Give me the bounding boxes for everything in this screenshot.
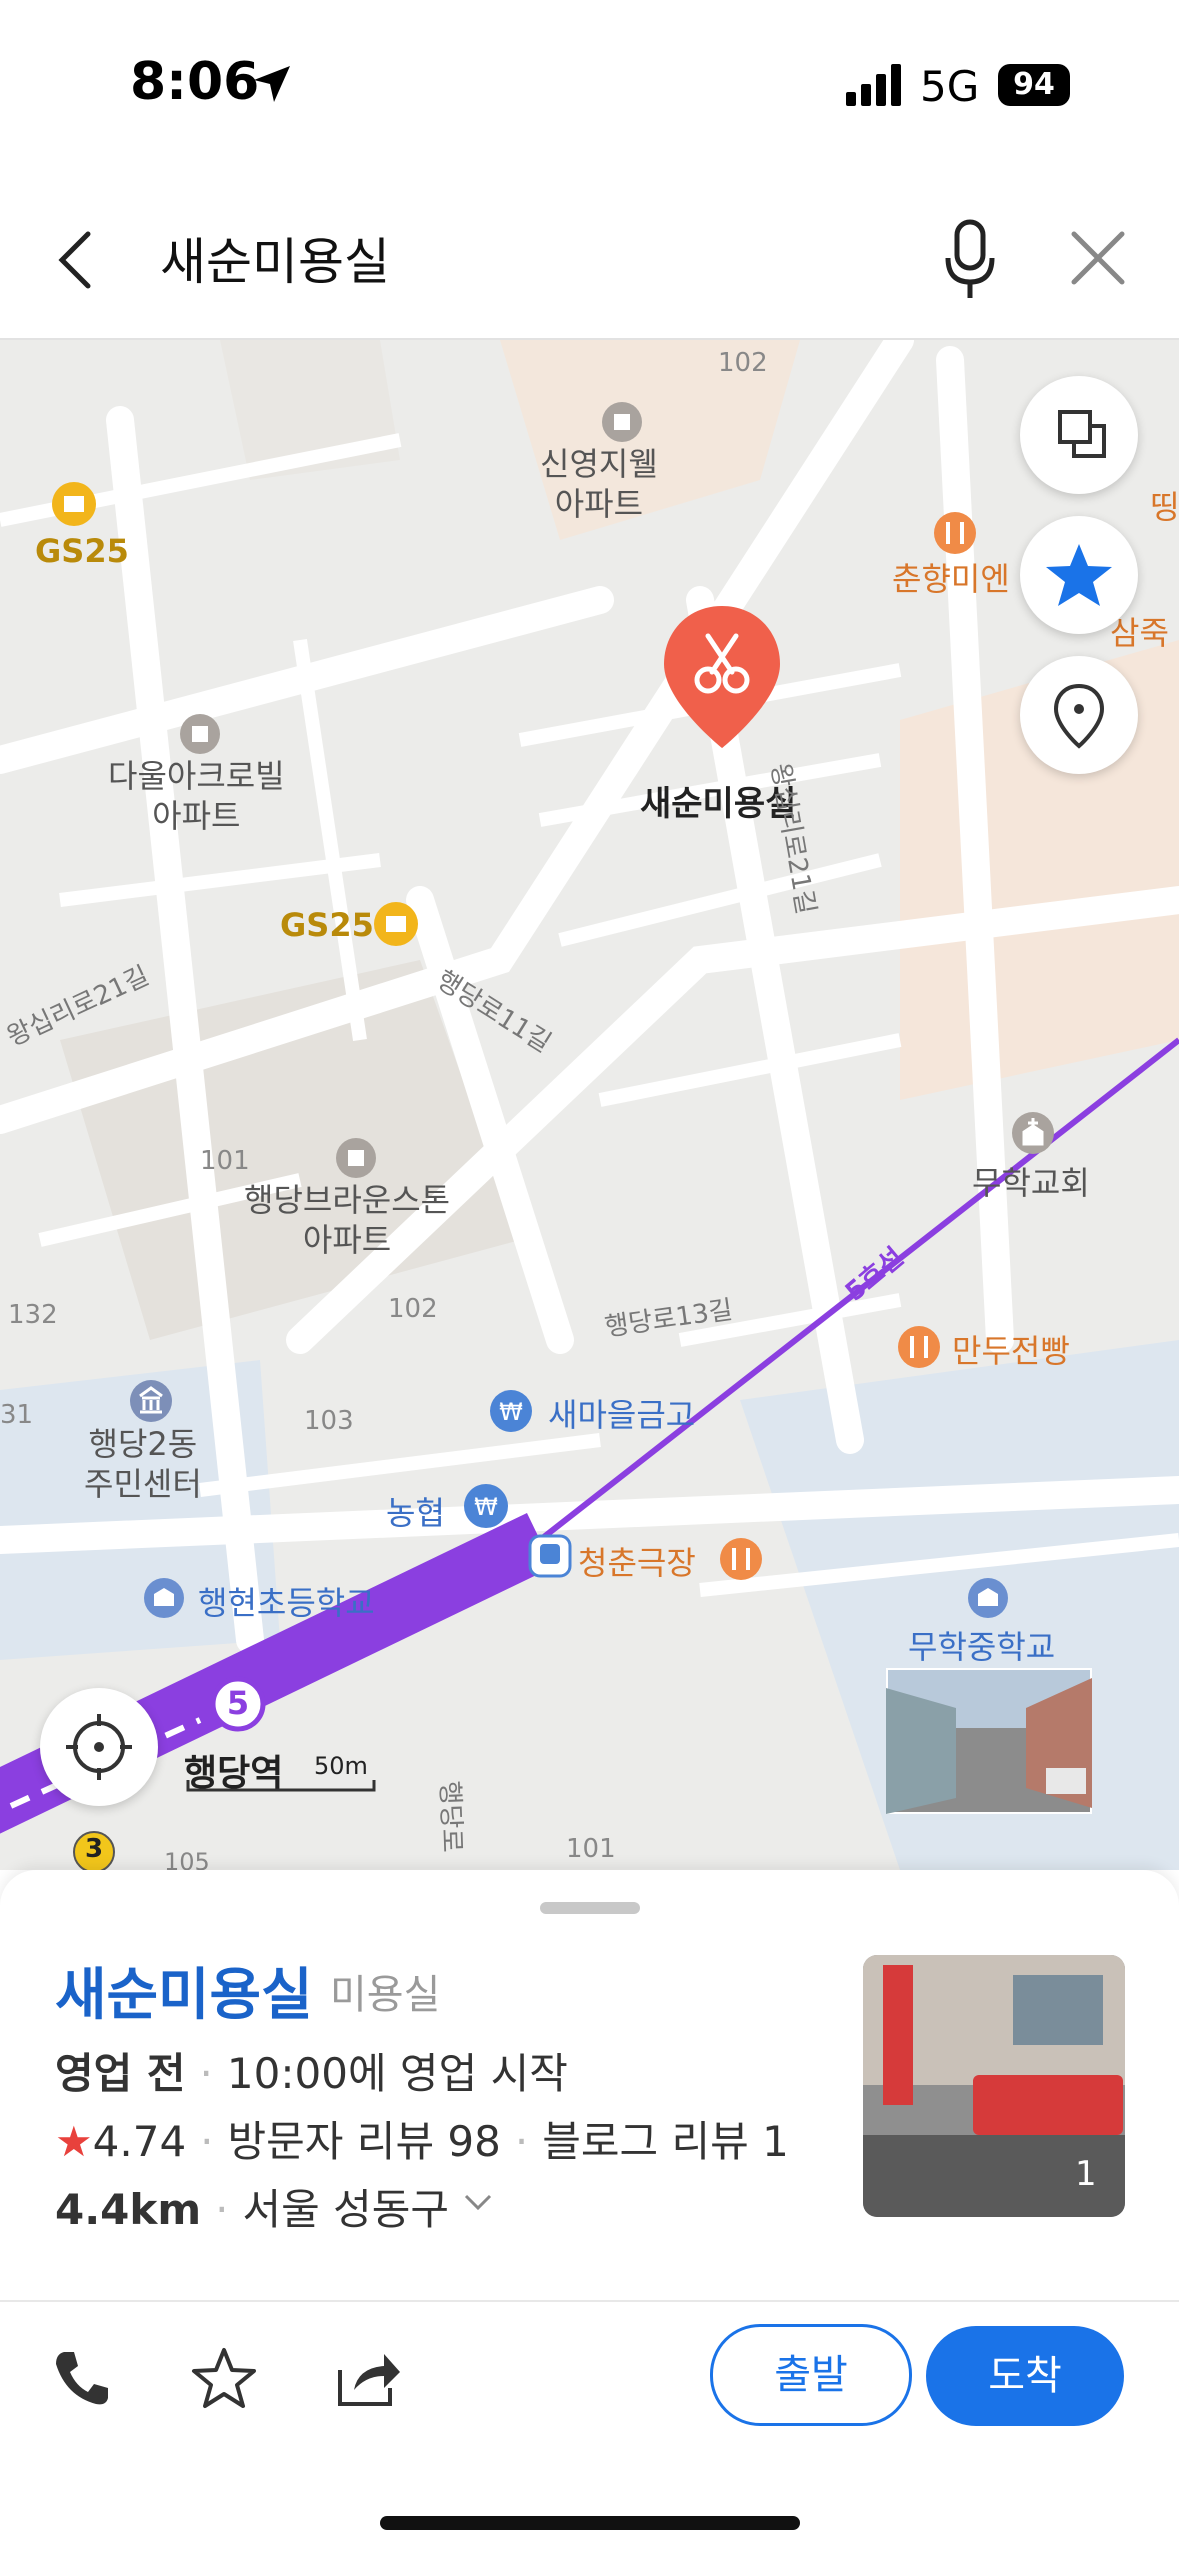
- selected-place-marker[interactable]: [660, 602, 784, 752]
- rating-value: 4.74: [92, 2117, 187, 2166]
- convenience-store-icon: [374, 902, 418, 946]
- clear-icon[interactable]: [1070, 230, 1126, 286]
- store-label: GS25: [35, 532, 129, 570]
- business-hours: 10:00에 영업 시작: [226, 2049, 568, 2098]
- building-number: 31: [0, 1400, 34, 1430]
- svg-text:₩: ₩: [499, 1398, 523, 1426]
- street-view-thumbnail[interactable]: [886, 1668, 1092, 1814]
- restaurant-icon: [934, 512, 976, 554]
- restaurant-label: 띵: [1150, 488, 1179, 526]
- apartment-icon: [180, 714, 220, 754]
- school-label: 행현초등학교: [198, 1584, 375, 1622]
- business-hours-row: 영업 전 · 10:00에 영업 시작: [55, 2049, 568, 2098]
- church-label: 무학교회: [972, 1164, 1090, 1202]
- address[interactable]: 서울 성동구: [242, 2185, 449, 2234]
- back-icon[interactable]: [50, 228, 100, 292]
- building-number: 101: [200, 1146, 250, 1176]
- map-scale-label: 50m: [314, 1752, 368, 1780]
- place-category: 미용실: [330, 1972, 441, 2018]
- store-label: GS25: [280, 906, 374, 944]
- search-input[interactable]: 새순미용실: [160, 222, 390, 294]
- favorites-button[interactable]: [1020, 516, 1138, 634]
- battery-indicator: 94: [998, 64, 1070, 106]
- subway-line-number: 5: [226, 1684, 250, 1722]
- status-time: 8:06: [130, 52, 260, 112]
- blog-reviews[interactable]: 블로그 리뷰 1: [542, 2117, 789, 2166]
- phone-icon[interactable]: [50, 2346, 114, 2410]
- apartment-label: 행당브라운스톤 아파트: [244, 1181, 451, 1259]
- apartment-icon: [602, 402, 642, 442]
- share-icon[interactable]: [334, 2346, 402, 2410]
- building-number: 102: [718, 348, 768, 378]
- map-view[interactable]: 102 신영지웰 아파트 GS25 춘향미엔 삼죽 띵 새순미용실 왕십리로21…: [0, 340, 1179, 1870]
- network-type: 5G: [920, 62, 980, 111]
- photo-count: 1: [1075, 2154, 1097, 2194]
- location-arrow-icon: [254, 66, 290, 102]
- layers-icon: [1058, 410, 1106, 458]
- map-scale-bar: [186, 1780, 376, 1792]
- star-filled-icon: [1046, 544, 1112, 606]
- community-center-label: 행당2동 주민센터: [84, 1425, 202, 1503]
- visitor-reviews[interactable]: 방문자 리뷰 98: [228, 2117, 501, 2166]
- business-status: 영업 전: [55, 2049, 186, 2098]
- layers-button[interactable]: [1020, 376, 1138, 494]
- restaurant-icon: [720, 1538, 762, 1580]
- crosshair-icon: [66, 1714, 132, 1780]
- school-icon: [968, 1578, 1008, 1618]
- sheet-drag-handle[interactable]: [540, 1902, 640, 1914]
- bank-label: 농협: [386, 1494, 445, 1532]
- location-row: 4.4km · 서울 성동구: [55, 2185, 450, 2234]
- convenience-store-icon: [52, 482, 96, 526]
- bank-icon: ₩: [490, 1390, 532, 1432]
- microphone-icon[interactable]: [940, 218, 1000, 302]
- distance: 4.4km: [55, 2185, 202, 2234]
- building-number: 103: [304, 1406, 354, 1436]
- divider: [0, 2300, 1179, 2302]
- building-number: 102: [388, 1294, 438, 1324]
- star-outline-icon[interactable]: [190, 2344, 258, 2412]
- apartment-label: 신영지웰 아파트: [540, 445, 658, 523]
- bus-stop-icon: [528, 1534, 572, 1578]
- svg-text:₩: ₩: [474, 1493, 498, 1521]
- building-number: 101: [566, 1834, 616, 1864]
- home-indicator: [380, 2516, 800, 2530]
- current-location-button[interactable]: [40, 1688, 158, 1806]
- star-icon: ★: [55, 2117, 93, 2166]
- apartment-icon: [336, 1138, 376, 1178]
- restaurant-icon: [898, 1326, 940, 1368]
- theater-label: 청춘극장: [578, 1544, 696, 1582]
- pin-button[interactable]: [1020, 656, 1138, 774]
- restaurant-label: 만두전빵: [952, 1332, 1070, 1370]
- government-office-icon: [130, 1380, 172, 1422]
- rating-row: ★4.74 · 방문자 리뷰 98 · 블로그 리뷰 1: [55, 2117, 789, 2166]
- school-label: 무학중학교: [908, 1628, 1056, 1666]
- signal-icon: [846, 64, 901, 106]
- church-icon: [1012, 1112, 1054, 1154]
- road-label: 행당로: [434, 1780, 467, 1853]
- subway-exit-number: 3: [84, 1834, 104, 1864]
- building-number: 105: [164, 1848, 210, 1870]
- chevron-down-icon[interactable]: [462, 2190, 494, 2214]
- building-number: 132: [8, 1300, 58, 1330]
- bank-label: 새마을금고: [548, 1396, 696, 1434]
- school-icon: [144, 1578, 184, 1618]
- bank-icon: ₩: [464, 1484, 508, 1528]
- arrive-button[interactable]: 도착: [926, 2326, 1124, 2426]
- location-pin-icon: [1053, 683, 1105, 749]
- restaurant-label: 춘향미엔: [892, 560, 1010, 598]
- depart-button[interactable]: 출발: [710, 2324, 912, 2426]
- apartment-label: 다울아크로빌 아파트: [108, 757, 285, 835]
- place-name[interactable]: 새순미용실: [55, 1950, 313, 2031]
